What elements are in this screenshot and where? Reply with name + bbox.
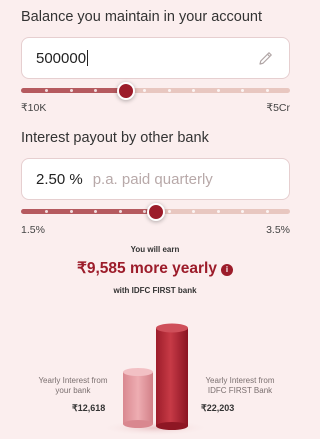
balance-value: 500000 (36, 49, 87, 67)
slider-step-dot (266, 89, 269, 92)
interest-slider-fill (21, 209, 156, 214)
slider-step-dot (217, 210, 220, 213)
slider-step-dot (94, 89, 97, 92)
slider-step-dot (70, 89, 73, 92)
interest-label: Interest payout by other bank (21, 130, 209, 146)
balance-input[interactable]: 500000 (21, 37, 290, 79)
other-bank-caption: Yearly Interest from your bank (28, 376, 118, 396)
interest-input[interactable]: 2.50 % p.a. paid quarterly (21, 158, 290, 200)
slider-step-dot (168, 89, 171, 92)
interest-value: 2.50 % (36, 170, 83, 188)
you-will-earn-label: You will earn (130, 245, 180, 254)
balance-label: Balance you maintain in your account (21, 9, 263, 25)
comparison-chart (100, 323, 210, 436)
other-bank-amount: ₹12,618 (72, 403, 106, 413)
pencil-icon[interactable] (257, 49, 275, 67)
interest-slider-remainder (156, 209, 290, 214)
interest-suffix: p.a. paid quarterly (92, 170, 213, 188)
slider-step-dot (192, 89, 195, 92)
slider-step-dot (241, 89, 244, 92)
slider-step-dot (143, 89, 146, 92)
slider-step-dot (241, 210, 244, 213)
slider-step-dot (45, 210, 48, 213)
info-icon[interactable]: i (220, 264, 233, 276)
balance-min-label: ₹10K (21, 102, 47, 114)
earnings-amount: ₹9,585 more yearly i (0, 259, 310, 278)
interest-min-label: 1.5% (21, 224, 45, 236)
interest-max-label: 3.5% (266, 224, 290, 236)
other-bank-caption-line1: Yearly Interest from (38, 376, 108, 385)
balance-max-label: ₹5Cr (266, 102, 290, 114)
slider-step-dot (192, 210, 195, 213)
floor-shadow (100, 420, 210, 436)
earnings-amount-text: ₹9,585 more yearly (77, 260, 217, 277)
text-caret (87, 50, 89, 66)
balance-slider-track[interactable] (21, 88, 290, 93)
with-bank-label: with IDFC FIRST bank (113, 286, 197, 295)
slider-step-dot (266, 210, 269, 213)
slider-step-dot (168, 210, 171, 213)
slider-step-dot (45, 89, 48, 92)
balance-slider-fill (21, 88, 126, 93)
idfc-caption-line2: IDFC FIRST Bank (207, 386, 273, 395)
slider-step-dot (94, 210, 97, 213)
slider-step-dot (217, 89, 220, 92)
idfc-caption-line1: Yearly Interest from (205, 376, 275, 385)
slider-step-dot (119, 210, 122, 213)
idfc-caption: Yearly Interest from IDFC FIRST Bank (195, 376, 285, 396)
idfc-amount: ₹22,203 (201, 403, 235, 413)
slider-step-dot (143, 210, 146, 213)
idfc-cylinder (156, 323, 188, 430)
interest-slider-thumb[interactable] (147, 203, 165, 221)
other-bank-caption-line2: your bank (55, 386, 91, 395)
other-bank-cylinder (123, 368, 153, 428)
slider-step-dot (70, 210, 73, 213)
balance-slider-thumb[interactable] (117, 82, 135, 100)
